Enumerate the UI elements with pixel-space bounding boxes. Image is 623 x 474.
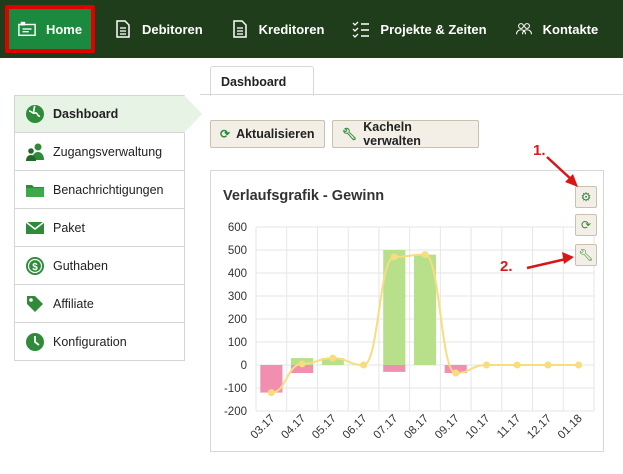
annotation-one: 1. bbox=[533, 142, 546, 159]
arrow-2 bbox=[526, 257, 567, 270]
arrow-1 bbox=[546, 156, 574, 182]
arrow-2-head bbox=[562, 252, 574, 264]
annotation-two: 2. bbox=[500, 258, 513, 275]
annotation-arrows bbox=[526, 156, 578, 270]
